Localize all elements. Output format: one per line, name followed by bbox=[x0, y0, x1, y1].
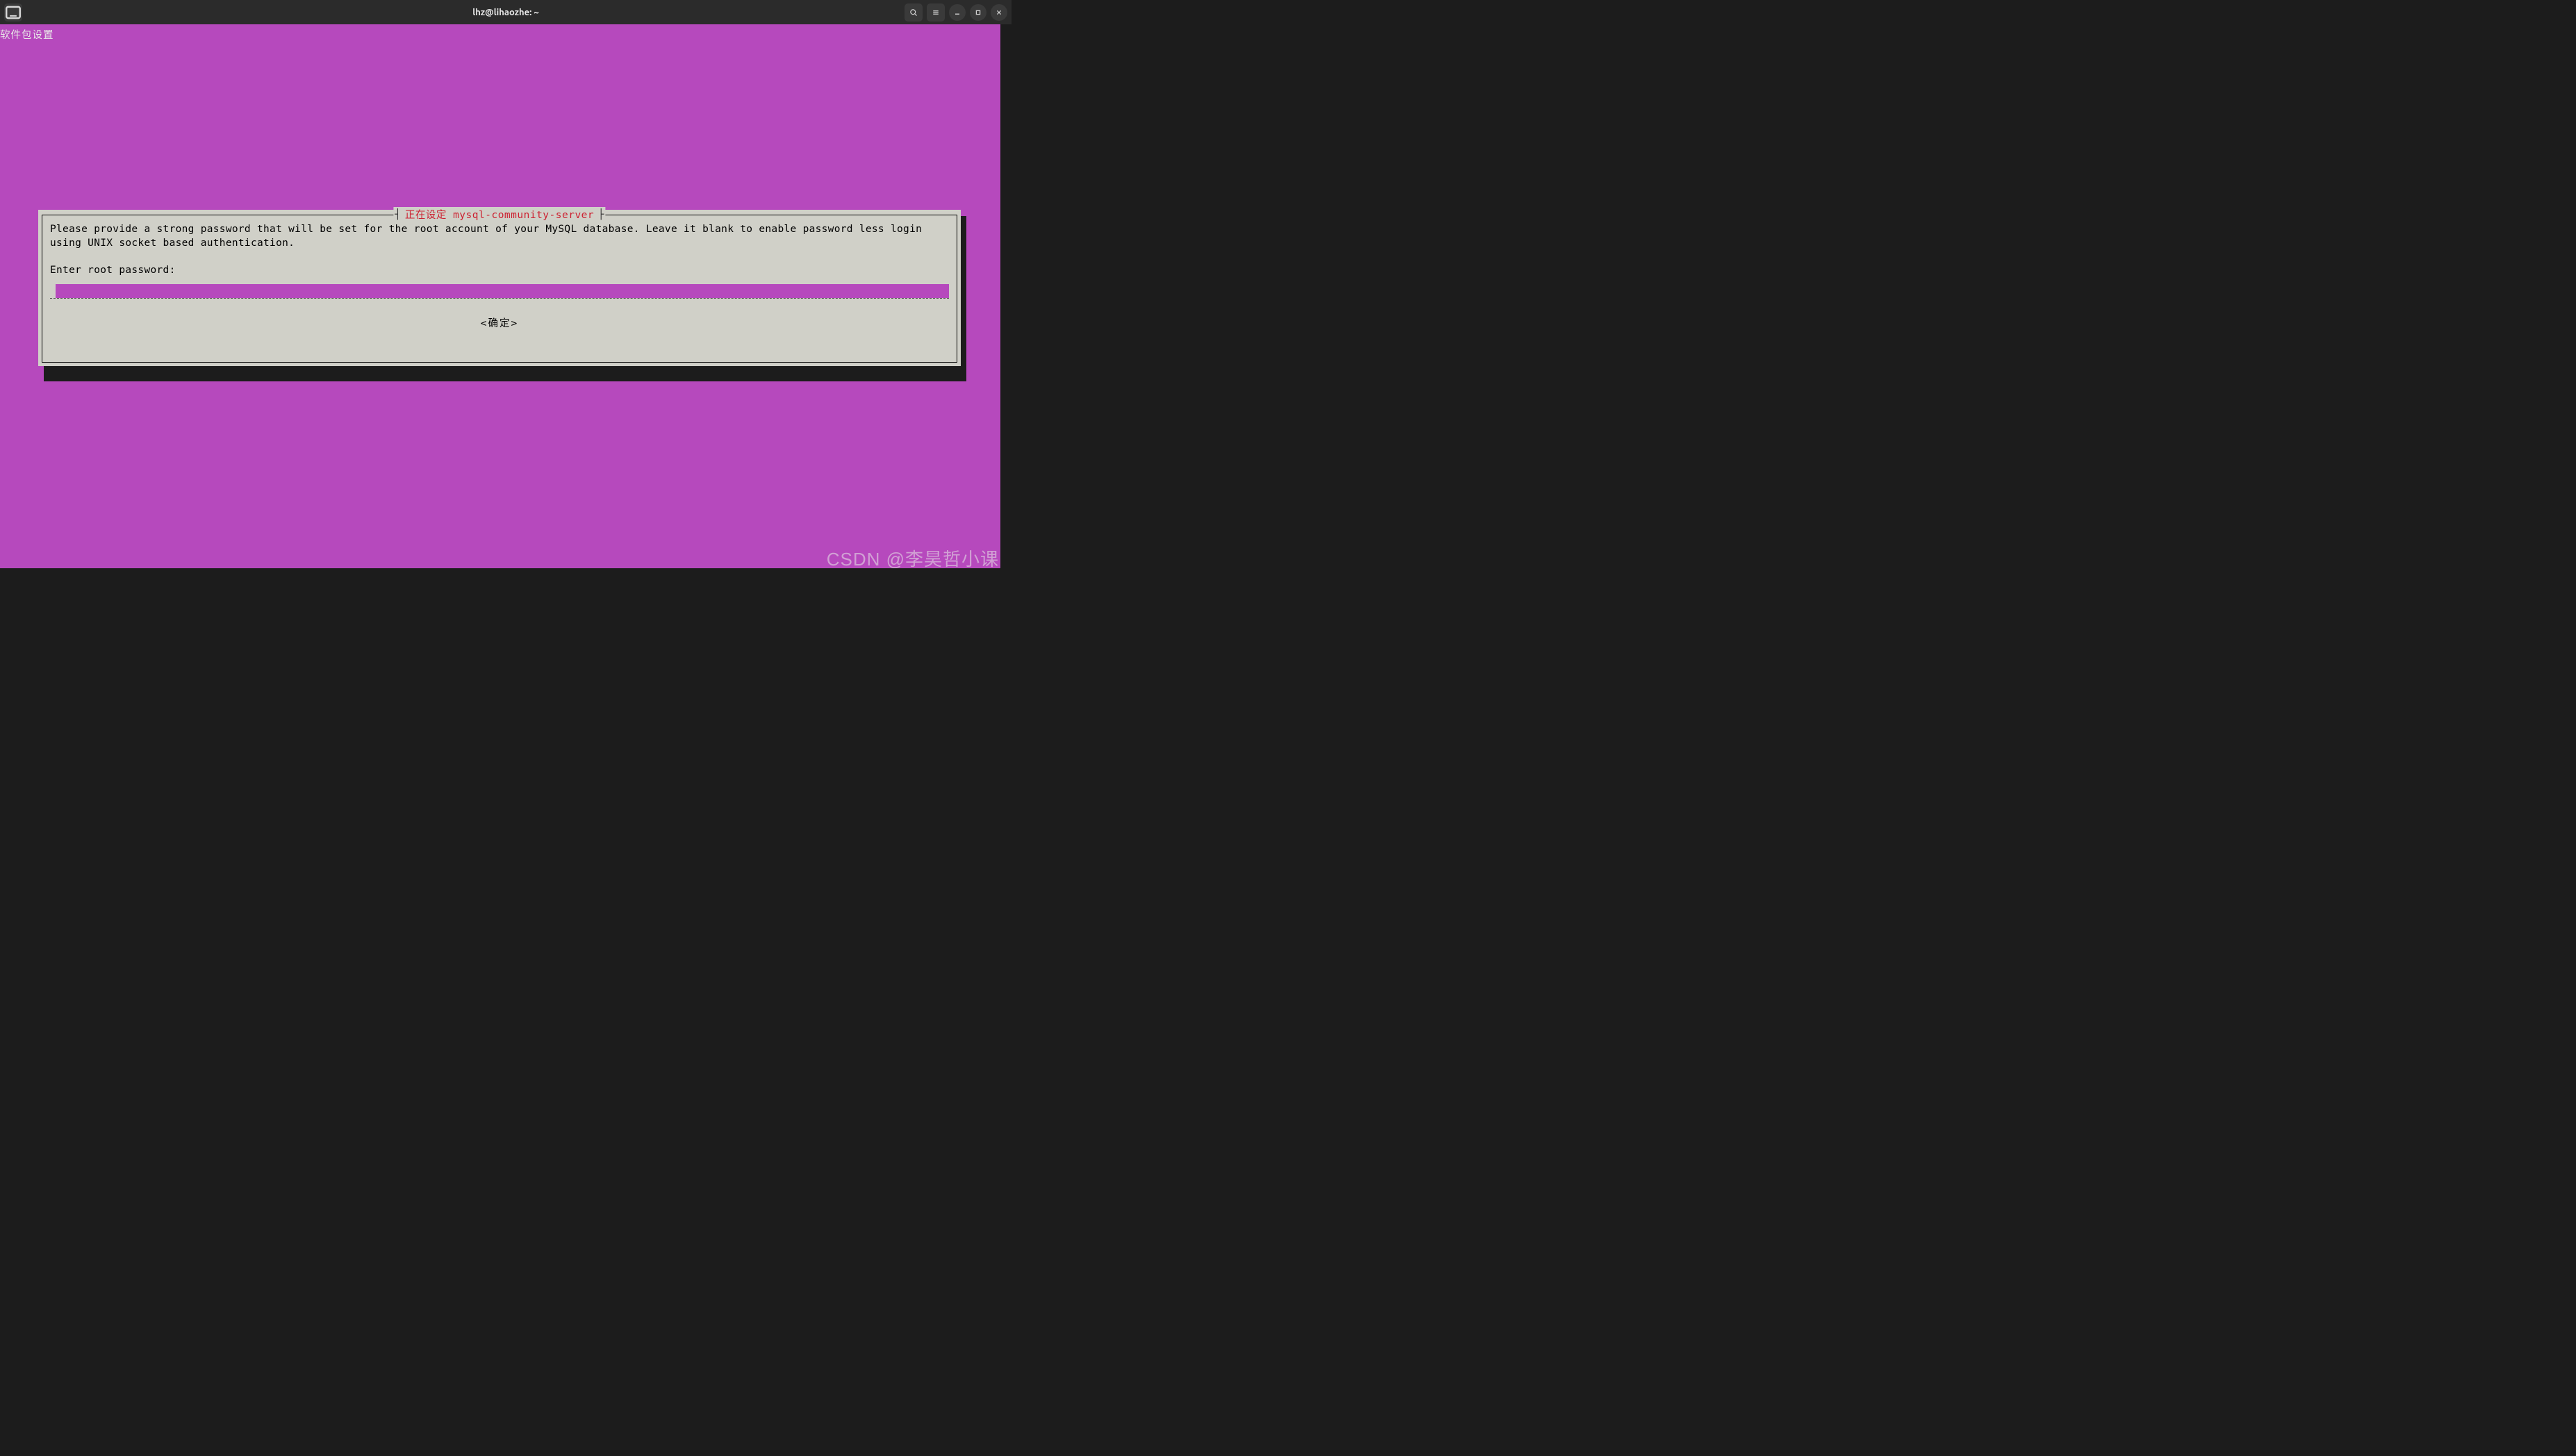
titlebar-right bbox=[905, 3, 1007, 22]
terminal-area: 软件包设置 ┤ 正在设定 mysql-community-server ├ Pl… bbox=[0, 24, 1012, 571]
terminal-new-tab-icon[interactable] bbox=[4, 3, 22, 22]
confirm-button[interactable]: <确定> bbox=[50, 315, 949, 330]
dialog-title: 正在设定 mysql-community-server bbox=[401, 207, 598, 222]
search-button[interactable] bbox=[905, 3, 923, 22]
titlebar-left bbox=[4, 3, 22, 22]
password-input-wrap bbox=[50, 284, 949, 299]
package-config-label: 软件包设置 bbox=[0, 27, 54, 42]
mysql-config-dialog: ┤ 正在设定 mysql-community-server ├ Please p… bbox=[38, 210, 961, 366]
maximize-button[interactable] bbox=[970, 4, 986, 21]
dialog-content: ┤ 正在设定 mysql-community-server ├ Please p… bbox=[42, 215, 957, 362]
window-title: lhz@lihaozhe: ~ bbox=[472, 8, 538, 17]
minimize-button[interactable] bbox=[949, 4, 966, 21]
menu-button[interactable] bbox=[927, 3, 945, 22]
dialog-title-wrap: ┤ 正在设定 mysql-community-server ├ bbox=[393, 207, 605, 222]
watermark: CSDN @李昊哲小课 bbox=[827, 545, 999, 571]
dialog-description: Please provide a strong password that wi… bbox=[50, 222, 949, 250]
window-titlebar: lhz@lihaozhe: ~ bbox=[0, 0, 1012, 24]
input-underline bbox=[50, 298, 949, 299]
title-bracket-left: ┤ bbox=[395, 209, 400, 220]
title-bracket-right: ├ bbox=[598, 209, 604, 220]
dialog-border: ┤ 正在设定 mysql-community-server ├ Please p… bbox=[42, 215, 957, 363]
root-password-input[interactable] bbox=[56, 284, 949, 298]
close-button[interactable] bbox=[991, 4, 1007, 21]
password-prompt: Enter root password: bbox=[50, 265, 949, 276]
